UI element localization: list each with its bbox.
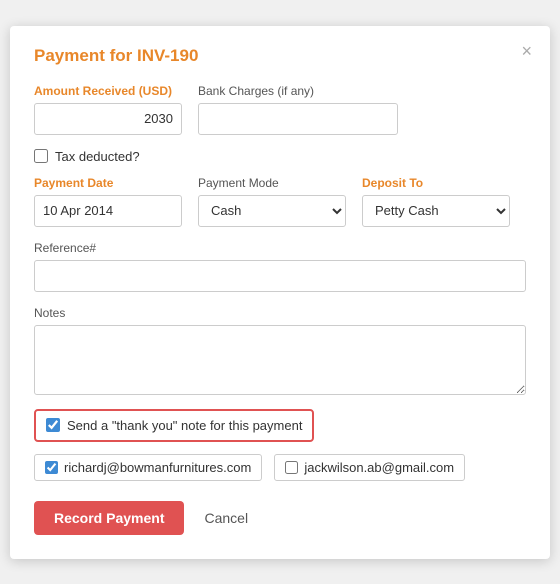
email-item-2: jackwilson.ab@gmail.com — [274, 454, 465, 481]
notes-group: Notes — [34, 306, 526, 395]
notes-label: Notes — [34, 306, 526, 320]
button-row: Record Payment Cancel — [34, 501, 526, 535]
email-row: richardj@bowmanfurnitures.com jackwilson… — [34, 454, 526, 481]
bank-label: Bank Charges (if any) — [198, 84, 398, 98]
date-mode-deposit-row: Payment Date Payment Mode Cash Check Cre… — [34, 176, 526, 227]
tax-label: Tax deducted? — [55, 149, 140, 164]
thank-you-checkbox[interactable] — [46, 418, 60, 432]
reference-group: Reference# — [34, 241, 526, 292]
email-address-2: jackwilson.ab@gmail.com — [304, 460, 454, 475]
email-checkbox-2[interactable] — [285, 461, 298, 474]
notes-textarea[interactable] — [34, 325, 526, 395]
mode-group: Payment Mode Cash Check Credit Card Bank… — [198, 176, 346, 227]
amount-input[interactable] — [34, 103, 182, 135]
tax-checkbox[interactable] — [34, 149, 48, 163]
thank-you-label: Send a "thank you" note for this payment — [67, 418, 302, 433]
invoice-id: INV-190 — [137, 46, 198, 65]
email-address-1: richardj@bowmanfurnitures.com — [64, 460, 251, 475]
email-item-1: richardj@bowmanfurnitures.com — [34, 454, 262, 481]
bank-group: Bank Charges (if any) — [198, 84, 398, 135]
amount-bank-row: Amount Received (USD) Bank Charges (if a… — [34, 84, 526, 135]
payment-modal: Payment for INV-190 × Amount Received (U… — [10, 26, 550, 559]
deposit-to-select[interactable]: Petty Cash Checking Account Savings Acco… — [362, 195, 510, 227]
record-payment-button[interactable]: Record Payment — [34, 501, 184, 535]
amount-group: Amount Received (USD) — [34, 84, 182, 135]
mode-label: Payment Mode — [198, 176, 346, 190]
deposit-group: Deposit To Petty Cash Checking Account S… — [362, 176, 510, 227]
title-prefix: Payment for — [34, 46, 137, 65]
close-button[interactable]: × — [521, 42, 532, 60]
deposit-label: Deposit To — [362, 176, 510, 190]
thank-you-box: Send a "thank you" note for this payment — [34, 409, 314, 442]
bank-charges-input[interactable] — [198, 103, 398, 135]
reference-label: Reference# — [34, 241, 526, 255]
date-group: Payment Date — [34, 176, 182, 227]
modal-title: Payment for INV-190 — [34, 46, 526, 66]
payment-mode-select[interactable]: Cash Check Credit Card Bank Transfer — [198, 195, 346, 227]
amount-label: Amount Received (USD) — [34, 84, 182, 98]
reference-input[interactable] — [34, 260, 526, 292]
tax-row: Tax deducted? — [34, 149, 526, 164]
payment-date-input[interactable] — [34, 195, 182, 227]
date-label: Payment Date — [34, 176, 182, 190]
cancel-button[interactable]: Cancel — [196, 501, 256, 535]
email-checkbox-1[interactable] — [45, 461, 58, 474]
